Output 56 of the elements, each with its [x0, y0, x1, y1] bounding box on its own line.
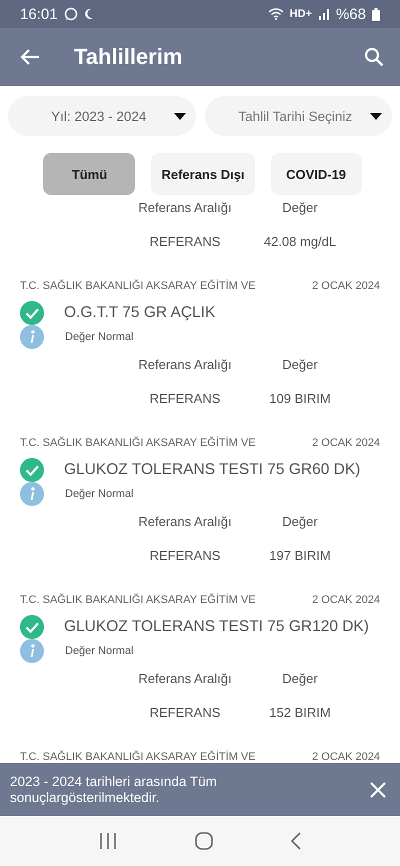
column-label: Değer	[282, 512, 318, 531]
test-name[interactable]: GLUKOZ TOLERANS TESTI 75 GR120 DK)	[64, 618, 369, 636]
column-label: Referans Aralığı	[138, 512, 232, 531]
network-label: HD+	[290, 8, 312, 20]
result-value: 109 BIRIM	[269, 390, 331, 408]
reference-range: REFERANS	[150, 546, 220, 564]
check-circle-icon	[20, 301, 44, 325]
caret-icon	[370, 112, 382, 120]
filter-chip[interactable]: Referans Dışı	[151, 153, 255, 195]
filter-chip[interactable]: Tümü	[43, 153, 136, 195]
result-value: 152 BIRIM	[269, 704, 331, 722]
institution-name: T.C. SAĞLIK BAKANLIĞI AKSARAY EĞİTİM VE	[20, 594, 256, 606]
column-label: Değer	[282, 670, 318, 688]
result-date: 2 OCAK 2024	[312, 280, 380, 292]
back-nav-button[interactable]	[291, 832, 301, 850]
screen-title: Tahlillerim	[74, 44, 184, 70]
institution-name: T.C. SAĞLIK BAKANLIĞI AKSARAY EĞİTİM VE	[20, 751, 256, 763]
reference-range: REFERANS	[150, 232, 220, 250]
institution-name: T.C. SAĞLIK BAKANLIĞI AKSARAY EĞİTİM VE	[20, 437, 256, 449]
reference-range: REFERANS	[150, 390, 220, 408]
status-note: Değer Normal	[65, 488, 134, 500]
result-value: 42.08 mg/dL	[264, 232, 336, 251]
filter-chip[interactable]: COVID-19	[270, 153, 362, 195]
status-note: Değer Normal	[65, 645, 134, 657]
status-note: Değer Normal	[65, 331, 134, 343]
battery-percent: %68	[336, 6, 366, 22]
column-label: Değer	[282, 198, 318, 217]
search-button[interactable]	[364, 47, 384, 67]
dropdown[interactable]: Tahlil Tarihi Seçiniz	[204, 96, 392, 136]
home-button[interactable]	[195, 832, 213, 850]
clock: 16:01	[20, 6, 58, 22]
column-label: Değer	[282, 356, 318, 374]
chat-icon	[64, 7, 78, 21]
back-button[interactable]	[20, 48, 40, 66]
recent-apps-button[interactable]	[99, 833, 117, 849]
reference-range: REFERANS	[150, 704, 220, 722]
check-circle-icon	[20, 615, 44, 639]
moon-icon	[84, 8, 94, 20]
close-button[interactable]	[370, 782, 386, 798]
dropdown[interactable]: Yıl: 2023 - 2024	[8, 96, 196, 136]
signal-icon	[318, 8, 330, 20]
result-date: 2 OCAK 2024	[312, 437, 380, 449]
result-date: 2 OCAK 2024	[312, 594, 380, 606]
column-label: Referans Aralığı	[138, 356, 232, 374]
test-name[interactable]: GLUKOZ TOLERANS TESTI 75 GR60 DK)	[64, 461, 360, 479]
battery-icon	[372, 8, 380, 20]
wifi-icon	[268, 8, 284, 20]
snackbar-message: 2023 - 2024 tarihleri arasında Tüm sonuçlargösterilmektedir.	[10, 774, 218, 806]
check-circle-icon	[20, 458, 44, 482]
result-date: 2 OCAK 2024	[312, 751, 380, 763]
column-label: Referans Aralığı	[138, 670, 232, 688]
institution-name: T.C. SAĞLIK BAKANLIĞI AKSARAY EĞİTİM VE	[20, 280, 256, 292]
result-value: 197 BIRIM	[269, 546, 331, 564]
caret-icon	[174, 112, 186, 120]
column-label: Referans Aralığı	[138, 198, 232, 217]
test-name[interactable]: O.G.T.T 75 GR AÇLIK	[64, 304, 216, 322]
